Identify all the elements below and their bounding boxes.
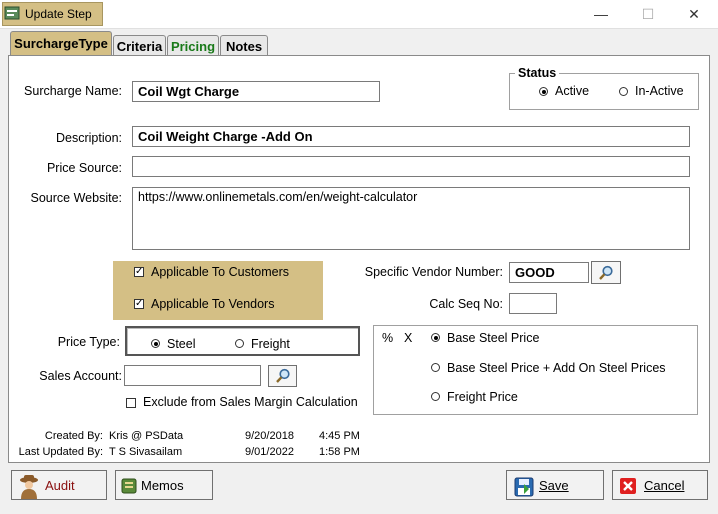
exclude-margin-checkbox[interactable] <box>126 398 136 408</box>
status-inactive-label[interactable]: In-Active <box>635 84 684 98</box>
surcharge-name-label: Surcharge Name: <box>24 84 122 98</box>
save-icon <box>514 477 534 497</box>
price-type-freight-label[interactable]: Freight <box>251 337 290 351</box>
x-symbol: X <box>404 331 413 345</box>
base-steel-addon-radio[interactable] <box>431 363 440 372</box>
app-icon <box>4 6 20 20</box>
source-website-textarea[interactable]: https://www.onlinemetals.com/en/weight-c… <box>132 187 690 250</box>
status-active-label[interactable]: Active <box>555 84 589 98</box>
sales-account-lookup-button[interactable] <box>268 365 297 387</box>
source-website-label: Source Website: <box>30 191 122 205</box>
description-input[interactable]: Coil Weight Charge -Add On <box>132 126 690 147</box>
freight-price-label[interactable]: Freight Price <box>447 390 518 404</box>
calc-seq-input[interactable] <box>509 293 557 314</box>
vendor-number-input[interactable]: GOOD <box>509 262 589 283</box>
vendor-number-label: Specific Vendor Number: <box>364 265 503 279</box>
status-title: Status <box>515 66 560 80</box>
tab-criteria[interactable]: Criteria <box>113 35 166 57</box>
created-date: 9/20/2018 <box>245 430 294 442</box>
base-steel-price-radio[interactable] <box>431 333 440 342</box>
book-icon <box>121 478 137 494</box>
price-type-steel-radio[interactable] <box>151 339 160 348</box>
magnifier-icon <box>599 265 613 280</box>
updated-date: 9/01/2022 <box>245 446 294 458</box>
applicable-vendors-label[interactable]: Applicable To Vendors <box>151 297 274 311</box>
detective-icon <box>20 475 38 499</box>
tab-pricing[interactable]: Pricing <box>167 35 219 57</box>
calc-seq-label: Calc Seq No: <box>429 297 503 311</box>
created-by-user: Kris @ PSData <box>109 430 184 442</box>
save-button-label: Save <box>539 478 569 493</box>
updated-by-label: Last Updated By: <box>18 446 103 458</box>
percent-symbol: % <box>382 331 394 345</box>
sales-account-label: Sales Account: <box>39 369 122 383</box>
minimize-button[interactable]: — <box>586 4 616 24</box>
tab-notes[interactable]: Notes <box>220 35 268 57</box>
sales-account-input[interactable] <box>124 365 261 386</box>
memos-button-label: Memos <box>141 478 184 493</box>
base-steel-addon-label[interactable]: Base Steel Price + Add On Steel Prices <box>447 361 666 375</box>
close-button[interactable]: ✕ <box>679 4 709 24</box>
exclude-margin-label[interactable]: Exclude from Sales Margin Calculation <box>143 395 358 409</box>
base-steel-price-label[interactable]: Base Steel Price <box>447 331 539 345</box>
price-source-label: Price Source: <box>46 161 122 175</box>
surcharge-name-input[interactable]: Coil Wgt Charge <box>132 81 380 102</box>
price-source-input[interactable] <box>132 156 690 177</box>
status-active-radio[interactable] <box>539 87 548 96</box>
price-type-freight-radio[interactable] <box>235 339 244 348</box>
tab-surcharge-type[interactable]: SurchargeType <box>10 31 112 57</box>
maximize-button[interactable]: ☐ <box>633 4 663 24</box>
save-button[interactable]: Save <box>506 470 604 500</box>
updated-time: 1:58 PM <box>319 446 360 458</box>
applicable-customers-checkbox[interactable]: ✓ <box>134 267 144 277</box>
memos-button[interactable]: Memos <box>115 470 213 500</box>
created-time: 4:45 PM <box>319 430 360 442</box>
applicable-vendors-checkbox[interactable]: ✓ <box>134 299 144 309</box>
magnifier-icon <box>276 368 290 383</box>
window-title: Update Step <box>25 7 92 21</box>
cancel-button[interactable]: Cancel <box>612 470 708 500</box>
updated-by-user: T S Sivasailam <box>109 446 183 458</box>
freight-price-radio[interactable] <box>431 392 440 401</box>
cancel-button-label: Cancel <box>644 478 685 493</box>
description-label: Description: <box>56 131 122 145</box>
price-type-steel-label[interactable]: Steel <box>167 337 196 351</box>
cancel-icon <box>620 478 636 494</box>
created-by-label: Created By: <box>44 430 103 442</box>
status-inactive-radio[interactable] <box>619 87 628 96</box>
audit-button-label: Audit <box>45 478 75 493</box>
audit-button[interactable]: Audit <box>11 470 107 500</box>
price-type-label: Price Type: <box>57 335 120 349</box>
applicable-customers-label[interactable]: Applicable To Customers <box>151 265 289 279</box>
vendor-lookup-button[interactable] <box>591 261 621 284</box>
